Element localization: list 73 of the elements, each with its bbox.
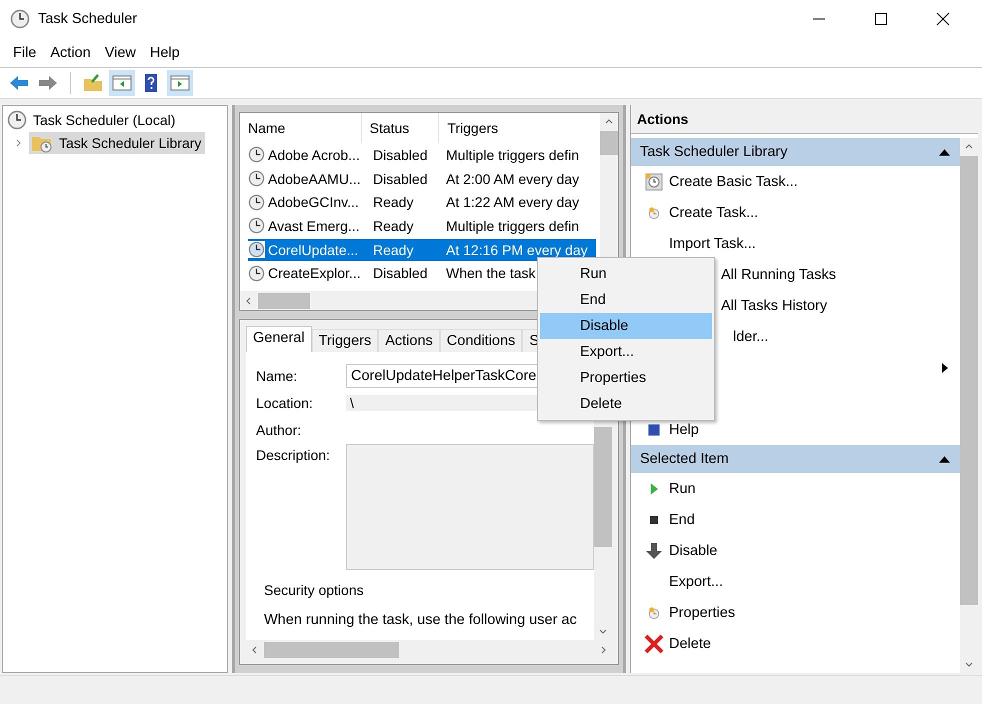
context-menu-item[interactable]: Disable (540, 313, 712, 339)
section-header[interactable]: Selected Item (631, 445, 960, 473)
maximize-icon[interactable] (874, 12, 888, 26)
clock-icon (248, 241, 265, 258)
panel-icon[interactable] (109, 70, 135, 96)
collapse-icon[interactable] (939, 148, 950, 156)
table-row[interactable]: AdobeGCInv... Ready At 1:22 AM every day (248, 191, 596, 214)
clock-icon (248, 264, 265, 282)
security-text: When running the task, use the following user ac (264, 612, 578, 628)
tree-item[interactable]: Task Scheduler Library (29, 132, 206, 154)
menu-item[interactable]: Help (142, 44, 187, 60)
tab[interactable]: General (246, 326, 312, 352)
clock-icon (248, 217, 265, 234)
delete-icon (644, 634, 664, 654)
group-title: Security options (264, 582, 365, 598)
clock-icon (248, 170, 265, 188)
scrollbar-thumb[interactable] (264, 642, 399, 658)
tree-item[interactable]: Task Scheduler (Local) (33, 112, 176, 128)
pane-command[interactable]: Properties (669, 604, 736, 620)
chevron-icon[interactable] (15, 138, 23, 146)
clock-icon (646, 204, 662, 220)
window-title: Task Scheduler (38, 11, 138, 27)
clock-icon (10, 9, 30, 29)
menu-item[interactable]: Action (43, 44, 98, 60)
tab[interactable]: Conditions (440, 329, 522, 352)
pane-command[interactable]: lder... (733, 328, 768, 344)
scrollbar-thumb[interactable] (600, 131, 618, 155)
pane-command[interactable]: Help (669, 422, 699, 438)
column-header[interactable]: Name (240, 113, 362, 143)
table-row[interactable]: Adobe Acrob... Disabled Multiple triggers defin (248, 144, 596, 166)
clock-icon (248, 146, 265, 164)
submenu-arrow-icon[interactable] (942, 362, 948, 372)
field-label: Author: (256, 422, 302, 438)
pane-command[interactable]: Delete (669, 636, 711, 652)
pane-command[interactable]: Import Task... (669, 236, 756, 252)
field-label: Location: (256, 394, 314, 410)
clock-icon (7, 110, 27, 130)
scrollbar-thumb[interactable] (960, 156, 978, 605)
down-arrow-icon (644, 540, 664, 560)
table-row[interactable]: Avast Emerg... Ready Multiple triggers defin (248, 214, 596, 237)
collapse-icon[interactable] (939, 456, 950, 462)
pane-command[interactable]: End (669, 512, 695, 528)
context-menu-item[interactable]: Run (540, 261, 712, 287)
pane-command[interactable]: Create Basic Task... (669, 174, 798, 190)
description-field[interactable] (346, 444, 594, 570)
pane-command[interactable]: Disable (669, 542, 718, 558)
section-header[interactable]: Task Scheduler Library (631, 138, 960, 166)
menu-item[interactable]: File (6, 44, 44, 60)
panel-icon[interactable] (167, 70, 193, 96)
column-header[interactable]: Triggers (439, 113, 600, 143)
table-row[interactable]: CorelUpdate... Ready At 12:16 PM every day (248, 238, 596, 261)
field-label: Description: (256, 447, 331, 463)
calendar-clock-icon (644, 172, 664, 192)
pane-title: Actions (631, 105, 978, 134)
clock-icon (646, 604, 662, 620)
field-label: Name: (256, 368, 298, 384)
context-menu-item[interactable]: End (540, 287, 712, 313)
close-icon[interactable] (936, 12, 950, 26)
pane-command[interactable]: Create Task... (669, 204, 758, 220)
scrollbar-thumb[interactable] (594, 427, 612, 547)
clock-icon (248, 194, 265, 211)
tab[interactable]: Triggers (312, 329, 378, 352)
tab[interactable]: Actions (378, 329, 440, 352)
menu-item[interactable]: View (98, 44, 143, 60)
vertical-scrollbar[interactable] (960, 138, 978, 673)
pane-command[interactable]: All Tasks History (721, 298, 828, 314)
column-header[interactable]: Status (362, 113, 440, 143)
pane-command[interactable]: Run (669, 480, 696, 496)
pane-command[interactable]: Export... (669, 574, 723, 590)
table-row[interactable]: AdobeAAMU... Disabled At 2:00 AM every day (248, 168, 596, 190)
scrollbar-thumb[interactable] (258, 292, 310, 308)
help-icon (646, 422, 662, 438)
pane-command[interactable]: All Running Tasks (721, 266, 836, 282)
